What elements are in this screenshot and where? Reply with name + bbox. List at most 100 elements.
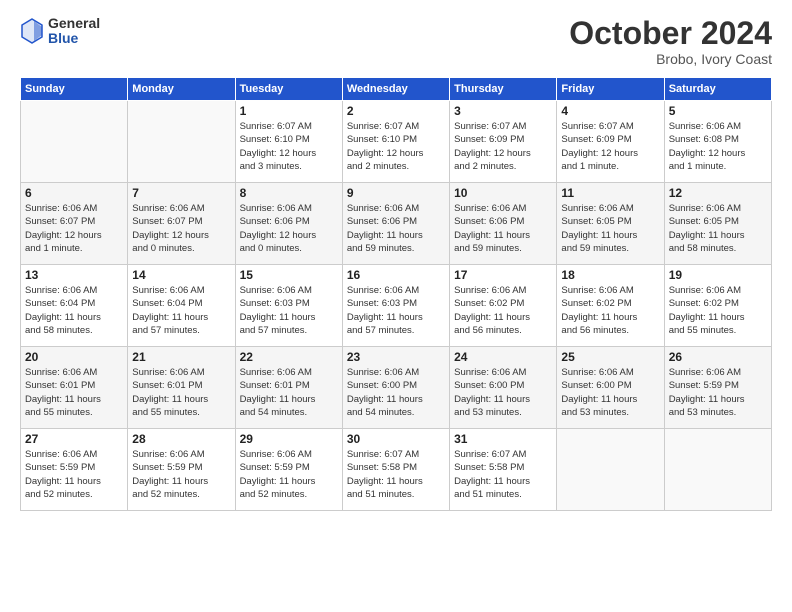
day-info: Sunrise: 6:06 AM Sunset: 6:03 PM Dayligh… <box>240 284 338 337</box>
title-block: October 2024 Brobo, Ivory Coast <box>569 16 772 67</box>
day-number: 9 <box>347 186 445 200</box>
weekday-header-row: SundayMondayTuesdayWednesdayThursdayFrid… <box>21 78 772 101</box>
day-number: 11 <box>561 186 659 200</box>
calendar-cell: 8 Sunrise: 6:06 AM Sunset: 6:06 PM Daylig… <box>235 183 342 265</box>
day-info: Sunrise: 6:06 AM Sunset: 5:59 PM Dayligh… <box>132 448 230 501</box>
day-info: Sunrise: 6:06 AM Sunset: 6:05 PM Dayligh… <box>561 202 659 255</box>
day-number: 8 <box>240 186 338 200</box>
calendar-cell: 7 Sunrise: 6:06 AM Sunset: 6:07 PM Daylig… <box>128 183 235 265</box>
day-info: Sunrise: 6:06 AM Sunset: 6:01 PM Dayligh… <box>25 366 123 419</box>
day-info: Sunrise: 6:06 AM Sunset: 6:06 PM Dayligh… <box>454 202 552 255</box>
day-info: Sunrise: 6:06 AM Sunset: 6:00 PM Dayligh… <box>347 366 445 419</box>
calendar-cell: 17Sunrise: 6:06 AM Sunset: 6:02 PM Dayli… <box>450 265 557 347</box>
day-info: Sunrise: 6:06 AM Sunset: 5:59 PM Dayligh… <box>240 448 338 501</box>
day-info: Sunrise: 6:06 AM Sunset: 6:06 PM Dayligh… <box>240 202 338 255</box>
day-info: Sunrise: 6:06 AM Sunset: 6:01 PM Dayligh… <box>132 366 230 419</box>
day-number: 22 <box>240 350 338 364</box>
calendar-cell: 18 Sunrise: 6:06 AM Sunset: 6:02 PM Dayli… <box>557 265 664 347</box>
week-row-5: 27 Sunrise: 6:06 AM Sunset: 5:59 PM Dayli… <box>21 429 772 511</box>
day-info: Sunrise: 6:07 AM Sunset: 5:58 PM Dayligh… <box>454 448 552 501</box>
calendar-cell: 25 Sunrise: 6:06 AM Sunset: 6:00 PM Dayli… <box>557 347 664 429</box>
calendar-cell: 2 Sunrise: 6:07 AM Sunset: 6:10 PM Daylig… <box>342 101 449 183</box>
day-number: 23 <box>347 350 445 364</box>
calendar-cell: 4 Sunrise: 6:07 AM Sunset: 6:09 PM Daylig… <box>557 101 664 183</box>
day-number: 21 <box>132 350 230 364</box>
calendar: SundayMondayTuesdayWednesdayThursdayFrid… <box>20 77 772 511</box>
day-number: 29 <box>240 432 338 446</box>
calendar-cell: 28Sunrise: 6:06 AM Sunset: 5:59 PM Dayli… <box>128 429 235 511</box>
day-info: Sunrise: 6:06 AM Sunset: 6:06 PM Dayligh… <box>347 202 445 255</box>
calendar-cell: 10Sunrise: 6:06 AM Sunset: 6:06 PM Dayli… <box>450 183 557 265</box>
day-number: 7 <box>132 186 230 200</box>
weekday-header-saturday: Saturday <box>664 78 771 101</box>
week-row-1: 1Sunrise: 6:07 AM Sunset: 6:10 PM Daylig… <box>21 101 772 183</box>
day-number: 15 <box>240 268 338 282</box>
day-info: Sunrise: 6:06 AM Sunset: 6:07 PM Dayligh… <box>132 202 230 255</box>
day-number: 16 <box>347 268 445 282</box>
day-number: 18 <box>561 268 659 282</box>
weekday-header-thursday: Thursday <box>450 78 557 101</box>
calendar-cell: 6Sunrise: 6:06 AM Sunset: 6:07 PM Daylig… <box>21 183 128 265</box>
day-number: 27 <box>25 432 123 446</box>
day-number: 13 <box>25 268 123 282</box>
calendar-cell <box>664 429 771 511</box>
day-info: Sunrise: 6:06 AM Sunset: 6:04 PM Dayligh… <box>132 284 230 337</box>
calendar-cell: 3 Sunrise: 6:07 AM Sunset: 6:09 PM Daylig… <box>450 101 557 183</box>
day-number: 12 <box>669 186 767 200</box>
day-number: 2 <box>347 104 445 118</box>
day-number: 14 <box>132 268 230 282</box>
logo-text: General Blue <box>48 16 100 47</box>
calendar-cell <box>21 101 128 183</box>
month-title: October 2024 <box>569 16 772 51</box>
day-info: Sunrise: 6:06 AM Sunset: 6:05 PM Dayligh… <box>669 202 767 255</box>
calendar-cell: 5Sunrise: 6:06 AM Sunset: 6:08 PM Daylig… <box>664 101 771 183</box>
calendar-cell: 31 Sunrise: 6:07 AM Sunset: 5:58 PM Dayli… <box>450 429 557 511</box>
calendar-cell: 24 Sunrise: 6:06 AM Sunset: 6:00 PM Dayli… <box>450 347 557 429</box>
day-info: Sunrise: 6:06 AM Sunset: 6:02 PM Dayligh… <box>561 284 659 337</box>
week-row-4: 20 Sunrise: 6:06 AM Sunset: 6:01 PM Dayli… <box>21 347 772 429</box>
day-number: 25 <box>561 350 659 364</box>
day-info: Sunrise: 6:07 AM Sunset: 6:10 PM Dayligh… <box>347 120 445 173</box>
day-info: Sunrise: 6:06 AM Sunset: 5:59 PM Dayligh… <box>25 448 123 501</box>
day-number: 17 <box>454 268 552 282</box>
calendar-cell <box>557 429 664 511</box>
calendar-cell: 16 Sunrise: 6:06 AM Sunset: 6:03 PM Dayli… <box>342 265 449 347</box>
day-info: Sunrise: 6:07 AM Sunset: 6:09 PM Dayligh… <box>454 120 552 173</box>
day-number: 4 <box>561 104 659 118</box>
logo: General Blue <box>20 16 100 47</box>
calendar-cell: 19 Sunrise: 6:06 AM Sunset: 6:02 PM Dayli… <box>664 265 771 347</box>
day-number: 20 <box>25 350 123 364</box>
day-info: Sunrise: 6:06 AM Sunset: 6:04 PM Dayligh… <box>25 284 123 337</box>
calendar-cell: 29 Sunrise: 6:06 AM Sunset: 5:59 PM Dayli… <box>235 429 342 511</box>
week-row-2: 6 Sunrise: 6:06 AM Sunset: 6:07 PM Daylig… <box>21 183 772 265</box>
day-info: Sunrise: 6:07 AM Sunset: 5:58 PM Dayligh… <box>347 448 445 501</box>
day-info: Sunrise: 6:06 AM Sunset: 6:03 PM Dayligh… <box>347 284 445 337</box>
day-info: Sunrise: 6:06 AM Sunset: 6:00 PM Dayligh… <box>561 366 659 419</box>
calendar-cell: 23 Sunrise: 6:06 AM Sunset: 6:00 PM Dayli… <box>342 347 449 429</box>
calendar-cell: 11 Sunrise: 6:06 AM Sunset: 6:05 PM Dayli… <box>557 183 664 265</box>
weekday-header-friday: Friday <box>557 78 664 101</box>
day-number: 24 <box>454 350 552 364</box>
weekday-header-monday: Monday <box>128 78 235 101</box>
day-info: Sunrise: 6:07 AM Sunset: 6:09 PM Dayligh… <box>561 120 659 173</box>
calendar-cell: 27 Sunrise: 6:06 AM Sunset: 5:59 PM Dayli… <box>21 429 128 511</box>
day-number: 31 <box>454 432 552 446</box>
day-number: 19 <box>669 268 767 282</box>
weekday-header-sunday: Sunday <box>21 78 128 101</box>
week-row-3: 13 Sunrise: 6:06 AM Sunset: 6:04 PM Dayli… <box>21 265 772 347</box>
location: Brobo, Ivory Coast <box>569 51 772 67</box>
calendar-cell: 1Sunrise: 6:07 AM Sunset: 6:10 PM Daylig… <box>235 101 342 183</box>
calendar-cell <box>128 101 235 183</box>
logo-icon <box>20 17 44 45</box>
day-number: 6 <box>25 186 123 200</box>
calendar-cell: 21 Sunrise: 6:06 AM Sunset: 6:01 PM Dayli… <box>128 347 235 429</box>
calendar-cell: 13 Sunrise: 6:06 AM Sunset: 6:04 PM Dayli… <box>21 265 128 347</box>
day-info: Sunrise: 6:06 AM Sunset: 5:59 PM Dayligh… <box>669 366 767 419</box>
day-info: Sunrise: 6:06 AM Sunset: 6:02 PM Dayligh… <box>669 284 767 337</box>
day-info: Sunrise: 6:06 AM Sunset: 6:00 PM Dayligh… <box>454 366 552 419</box>
logo-blue-text: Blue <box>48 31 100 46</box>
calendar-cell: 9 Sunrise: 6:06 AM Sunset: 6:06 PM Daylig… <box>342 183 449 265</box>
weekday-header-tuesday: Tuesday <box>235 78 342 101</box>
calendar-cell: 26Sunrise: 6:06 AM Sunset: 5:59 PM Dayli… <box>664 347 771 429</box>
day-number: 3 <box>454 104 552 118</box>
